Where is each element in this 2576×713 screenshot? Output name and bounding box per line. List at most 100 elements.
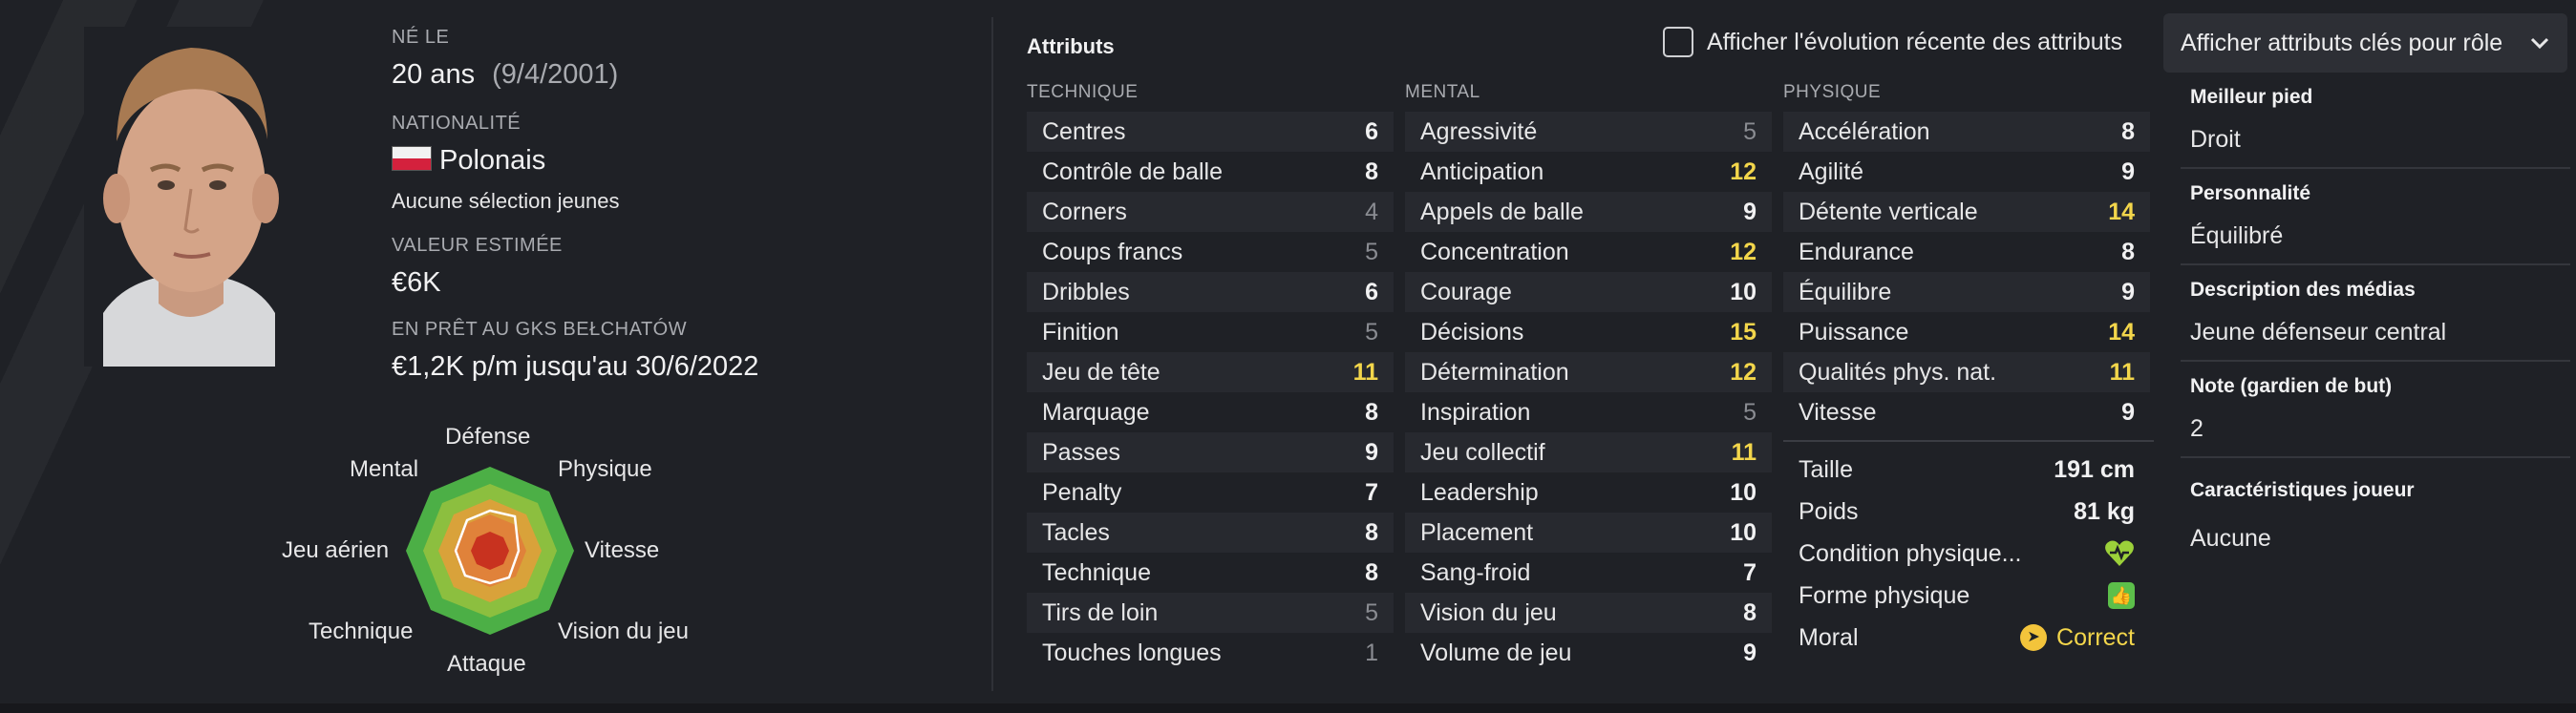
thumbs-up-icon: 👍: [2108, 582, 2135, 609]
attribute-row-technique[interactable]: Coups francs 5: [1027, 232, 1394, 272]
divider: [2181, 167, 2570, 169]
attribute-row-physique[interactable]: Qualités phys. nat. 11: [1783, 352, 2150, 392]
attribute-name: Touches longues: [1042, 639, 1222, 666]
attribute-name: Jeu collectif: [1420, 438, 1545, 466]
attribute-row-mental[interactable]: Inspiration 5: [1405, 392, 1772, 432]
attribute-name: Concentration: [1420, 238, 1569, 265]
attribute-row-mental[interactable]: Agressivité 5: [1405, 112, 1772, 152]
attribute-value: 8: [1743, 598, 1756, 626]
mental-attributes: Agressivité 5 Anticipation 12 Appels de ball…: [1405, 112, 1772, 673]
attribute-row-technique[interactable]: Penalty 7: [1027, 472, 1394, 513]
attribute-name: Tacles: [1042, 518, 1110, 546]
attribute-name: Sang-froid: [1420, 558, 1531, 586]
attribute-value: 14: [2108, 318, 2135, 346]
youth-caps: Aucune sélection jeunes: [392, 189, 620, 213]
media-description-value[interactable]: Jeune défenseur central: [2190, 319, 2446, 346]
attribute-value: 12: [1730, 157, 1756, 185]
condition-row[interactable]: Condition physique...: [1783, 533, 2150, 575]
attribute-name: Leadership: [1420, 478, 1539, 506]
attribute-name: Corners: [1042, 198, 1127, 225]
morale-value: Correct: [2056, 623, 2135, 651]
morale-label: Moral: [1799, 623, 1859, 651]
attribute-value: 9: [1365, 438, 1378, 466]
personality-label: Personnalité: [2190, 182, 2311, 204]
heart-condition-icon: [2105, 540, 2134, 566]
attribute-row-technique[interactable]: Corners 4: [1027, 192, 1394, 232]
personality-value[interactable]: Équilibré: [2190, 222, 2283, 250]
attribute-row-mental[interactable]: Détermination 12: [1405, 352, 1772, 392]
attribute-row-mental[interactable]: Appels de balle 9: [1405, 192, 1772, 232]
loan-label[interactable]: EN PRÊT AU GKS BEŁCHATÓW: [392, 319, 687, 341]
attribute-row-technique[interactable]: Technique 8: [1027, 553, 1394, 593]
attribute-name: Centres: [1042, 117, 1126, 145]
attribute-row-technique[interactable]: Marquage 8: [1027, 392, 1394, 432]
show-recent-label: Afficher l'évolution récente des attribu…: [1707, 28, 2123, 55]
goalkeeper-rating-label: Note (gardien de but): [2190, 375, 2393, 397]
attribute-row-physique[interactable]: Endurance 8: [1783, 232, 2150, 272]
attribute-value: 9: [1743, 198, 1756, 225]
radar-label-defense: Défense: [445, 424, 531, 450]
attribute-row-technique[interactable]: Passes 9: [1027, 432, 1394, 472]
weight-row: Poids 81 kg: [1783, 491, 2150, 533]
attribute-row-technique[interactable]: Jeu de tête 11: [1027, 352, 1394, 392]
born-label: NÉ LE: [392, 27, 450, 48]
form-row[interactable]: Forme physique 👍: [1783, 575, 2150, 617]
attribute-row-technique[interactable]: Touches longues 1: [1027, 633, 1394, 673]
attribute-row-mental[interactable]: Leadership 10: [1405, 472, 1772, 513]
attribute-name: Tirs de loin: [1042, 598, 1159, 626]
morale-row[interactable]: Moral ➤ Correct: [1783, 617, 2150, 659]
player-traits-label: Caractéristiques joueur: [2190, 479, 2415, 501]
physique-attributes: Accélération 8 Agilité 9 Détente verticale 14…: [1783, 112, 2150, 432]
attribute-row-technique[interactable]: Tirs de loin 5: [1027, 593, 1394, 633]
attribute-value: 12: [1730, 238, 1756, 265]
preferred-foot-value: Droit: [2190, 126, 2241, 153]
technique-header: TECHNIQUE: [1027, 82, 1139, 102]
attribute-row-mental[interactable]: Jeu collectif 11: [1405, 432, 1772, 472]
attribute-row-physique[interactable]: Détente verticale 14: [1783, 192, 2150, 232]
attribute-row-physique[interactable]: Vitesse 9: [1783, 392, 2150, 432]
attribute-value: 8: [1365, 518, 1378, 546]
nationality-label: NATIONALITÉ: [392, 113, 522, 134]
attribute-row-mental[interactable]: Volume de jeu 9: [1405, 633, 1772, 673]
attribute-row-mental[interactable]: Vision du jeu 8: [1405, 593, 1772, 633]
attribute-row-physique[interactable]: Agilité 9: [1783, 152, 2150, 192]
attribute-row-physique[interactable]: Puissance 14: [1783, 312, 2150, 352]
attribute-value: 10: [1730, 278, 1756, 305]
attribute-row-mental[interactable]: Sang-froid 7: [1405, 553, 1772, 593]
attribute-row-mental[interactable]: Concentration 12: [1405, 232, 1772, 272]
attribute-row-technique[interactable]: Centres 6: [1027, 112, 1394, 152]
attribute-name: Contrôle de balle: [1042, 157, 1224, 185]
attribute-row-mental[interactable]: Placement 10: [1405, 513, 1772, 553]
nationality-value: Polonais: [439, 145, 546, 176]
divider: [2181, 456, 2570, 458]
attribute-row-mental[interactable]: Décisions 15: [1405, 312, 1772, 352]
show-recent-toggle[interactable]: Afficher l'évolution récente des attribu…: [1663, 27, 2122, 57]
nationality[interactable]: Polonais: [392, 145, 545, 177]
attribute-name: Vision du jeu: [1420, 598, 1557, 626]
attribute-value: 14: [2108, 198, 2135, 225]
radar-label-physique: Physique: [558, 456, 652, 482]
attribute-value: 8: [1365, 398, 1378, 426]
attribute-row-technique[interactable]: Finition 5: [1027, 312, 1394, 352]
attribute-row-mental[interactable]: Courage 10: [1405, 272, 1772, 312]
attribute-row-physique[interactable]: Accélération 8: [1783, 112, 2150, 152]
attribute-row-mental[interactable]: Anticipation 12: [1405, 152, 1772, 192]
value-label: VALEUR ESTIMÉE: [392, 235, 563, 256]
attribute-value: 10: [1730, 518, 1756, 546]
attribute-row-technique[interactable]: Dribbles 6: [1027, 272, 1394, 312]
attribute-row-physique[interactable]: Équilibre 9: [1783, 272, 2150, 312]
role-key-attributes-dropdown[interactable]: Afficher attributs clés pour rôle: [2163, 13, 2567, 73]
attribute-name: Puissance: [1799, 318, 1909, 346]
attributes-title: Attributs: [1027, 34, 1115, 58]
attribute-row-technique[interactable]: Contrôle de balle 8: [1027, 152, 1394, 192]
attribute-value: 1: [1365, 639, 1378, 666]
attribute-row-technique[interactable]: Tacles 8: [1027, 513, 1394, 553]
attribute-value: 4: [1365, 198, 1378, 225]
attribute-name: Détermination: [1420, 358, 1569, 386]
show-recent-checkbox[interactable]: [1663, 27, 1693, 57]
attribute-value: 6: [1365, 117, 1378, 145]
player-avatar: [84, 27, 296, 367]
morale-status: ➤ Correct: [2020, 624, 2135, 652]
goalkeeper-rating-value: 2: [2190, 415, 2203, 442]
attribute-name: Volume de jeu: [1420, 639, 1572, 666]
